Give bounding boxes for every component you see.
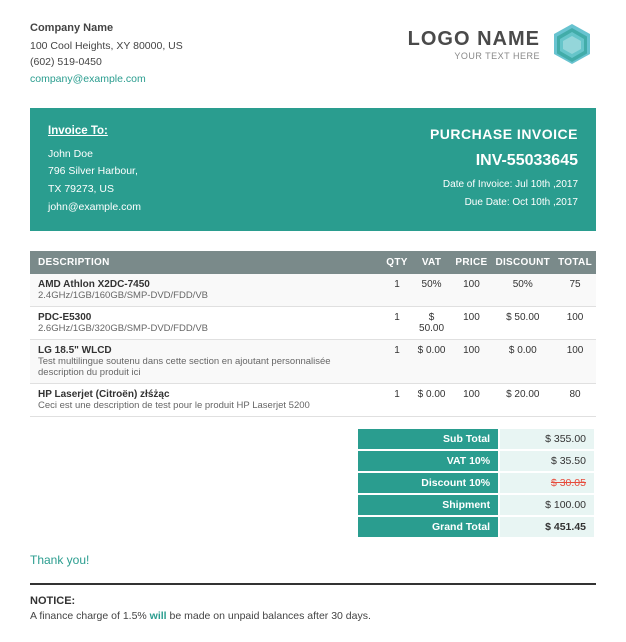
discount-row: Discount 10% $ 30.05 <box>358 473 594 493</box>
table-row: LG 18.5" WLCD Test multilingue soutenu d… <box>30 339 596 383</box>
subtotal-value: $ 355.00 <box>500 429 594 449</box>
table-header: DESCRIPTION QTY VAT PRICE DISCOUNT TOTAL <box>30 251 596 274</box>
company-info: Company Name 100 Cool Heights, XY 80000,… <box>30 20 183 88</box>
item-qty: 1 <box>382 339 411 383</box>
col-price: PRICE <box>451 251 491 274</box>
item-qty: 1 <box>382 383 411 416</box>
items-table: DESCRIPTION QTY VAT PRICE DISCOUNT TOTAL… <box>30 251 596 417</box>
item-subtitle: 2.6GHz/1GB/320GB/SMP-DVD/FDD/VB <box>38 323 378 334</box>
item-discount: 50% <box>491 274 554 307</box>
notice-title: NOTICE: <box>30 595 596 607</box>
table-row: HP Laserjet (Citroën) złśżąc Ceci est un… <box>30 383 596 416</box>
logo-tagline: YOUR TEXT HERE <box>408 51 540 61</box>
page-header: Company Name 100 Cool Heights, XY 80000,… <box>30 20 596 88</box>
item-total: 75 <box>554 274 596 307</box>
item-title: PDC-E5300 <box>38 312 378 323</box>
recipient-email: john@example.com <box>48 199 141 217</box>
shipment-row: Shipment $ 100.00 <box>358 495 594 515</box>
notice-before: A finance charge of 1.5% <box>30 610 147 622</box>
notice-section: NOTICE: A finance charge of 1.5% will be… <box>30 583 596 622</box>
item-discount: $ 20.00 <box>491 383 554 416</box>
invoice-meta: PURCHASE INVOICE INV-55033645 Date of In… <box>430 122 578 212</box>
item-total: 100 <box>554 306 596 339</box>
recipient-address1: 796 Silver Harbour, <box>48 163 141 181</box>
item-total: 100 <box>554 339 596 383</box>
item-title: HP Laserjet (Citroën) złśżąc <box>38 389 378 400</box>
company-name: Company Name <box>30 20 183 38</box>
grandtotal-row: Grand Total $ 451.45 <box>358 517 594 537</box>
grandtotal-label: Grand Total <box>358 517 498 537</box>
vat-row: VAT 10% $ 35.50 <box>358 451 594 471</box>
item-price: 100 <box>451 339 491 383</box>
thankyou-text: Thank you! <box>30 553 596 567</box>
item-qty: 1 <box>382 274 411 307</box>
item-description: HP Laserjet (Citroën) złśżąc Ceci est un… <box>30 383 382 416</box>
discount-value-text: $ 30.05 <box>551 477 586 489</box>
col-vat: VAT <box>412 251 452 274</box>
discount-label: Discount 10% <box>358 473 498 493</box>
item-title: AMD Athlon X2DC-7450 <box>38 279 378 290</box>
logo-name: LOGO NAME <box>408 28 540 51</box>
vat-label: VAT 10% <box>358 451 498 471</box>
company-phone: (602) 519-0450 <box>30 54 183 71</box>
item-vat: $ 0.00 <box>412 339 452 383</box>
item-total: 80 <box>554 383 596 416</box>
company-address1: 100 Cool Heights, XY 80000, US <box>30 38 183 55</box>
item-price: 100 <box>451 383 491 416</box>
totals-section: Sub Total $ 355.00 VAT 10% $ 35.50 Disco… <box>30 427 596 539</box>
col-total: TOTAL <box>554 251 596 274</box>
company-email: company@example.com <box>30 71 183 88</box>
recipient-address2: TX 79273, US <box>48 181 141 199</box>
item-description: PDC-E5300 2.6GHz/1GB/320GB/SMP-DVD/FDD/V… <box>30 306 382 339</box>
invoice-number: INV-55033645 <box>430 147 578 176</box>
item-title: LG 18.5" WLCD <box>38 345 378 356</box>
date-value: Jul 10th ,2017 <box>515 179 578 190</box>
item-discount: $ 0.00 <box>491 339 554 383</box>
totals-table: Sub Total $ 355.00 VAT 10% $ 35.50 Disco… <box>356 427 596 539</box>
shipment-value: $ 100.00 <box>500 495 594 515</box>
due-value: Oct 10th ,2017 <box>512 197 578 208</box>
col-discount: DISCOUNT <box>491 251 554 274</box>
shipment-label: Shipment <box>358 495 498 515</box>
vat-value: $ 35.50 <box>500 451 594 471</box>
subtotal-row: Sub Total $ 355.00 <box>358 429 594 449</box>
notice-after: be made on unpaid balances after 30 days… <box>170 610 371 622</box>
logo-area: LOGO NAME YOUR TEXT HERE <box>408 20 596 68</box>
item-qty: 1 <box>382 306 411 339</box>
grandtotal-value: $ 451.45 <box>500 517 594 537</box>
invoice-header-band: Invoice To: John Doe 796 Silver Harbour,… <box>30 108 596 231</box>
subtotal-label: Sub Total <box>358 429 498 449</box>
item-price: 100 <box>451 274 491 307</box>
invoice-dates: Date of Invoice: Jul 10th ,2017 Due Date… <box>430 176 578 212</box>
discount-value: $ 30.05 <box>500 473 594 493</box>
invoice-to-block: Invoice To: John Doe 796 Silver Harbour,… <box>48 122 141 217</box>
item-subtitle: Test multilingue soutenu dans cette sect… <box>38 356 378 378</box>
notice-highlight: will <box>150 610 167 622</box>
due-label: Due Date: <box>465 197 510 208</box>
notice-text: A finance charge of 1.5% will be made on… <box>30 610 596 622</box>
col-description: DESCRIPTION <box>30 251 382 274</box>
items-tbody: AMD Athlon X2DC-7450 2.4GHz/1GB/160GB/SM… <box>30 274 596 417</box>
item-vat: $ 0.00 <box>412 383 452 416</box>
logo-icon <box>548 20 596 68</box>
logo-text-block: LOGO NAME YOUR TEXT HERE <box>408 28 540 61</box>
table-row: PDC-E5300 2.6GHz/1GB/320GB/SMP-DVD/FDD/V… <box>30 306 596 339</box>
table-row: AMD Athlon X2DC-7450 2.4GHz/1GB/160GB/SM… <box>30 274 596 307</box>
item-discount: $ 50.00 <box>491 306 554 339</box>
item-vat: 50% <box>412 274 452 307</box>
item-subtitle: Ceci est une description de test pour le… <box>38 400 378 411</box>
invoice-to-label: Invoice To: <box>48 122 141 142</box>
recipient-name: John Doe <box>48 146 141 164</box>
invoice-title: PURCHASE INVOICE <box>430 122 578 147</box>
item-description: AMD Athlon X2DC-7450 2.4GHz/1GB/160GB/SM… <box>30 274 382 307</box>
item-subtitle: 2.4GHz/1GB/160GB/SMP-DVD/FDD/VB <box>38 290 378 301</box>
item-vat: $ 50.00 <box>412 306 452 339</box>
item-description: LG 18.5" WLCD Test multilingue soutenu d… <box>30 339 382 383</box>
date-label: Date of Invoice: <box>443 179 512 190</box>
col-qty: QTY <box>382 251 411 274</box>
item-price: 100 <box>451 306 491 339</box>
